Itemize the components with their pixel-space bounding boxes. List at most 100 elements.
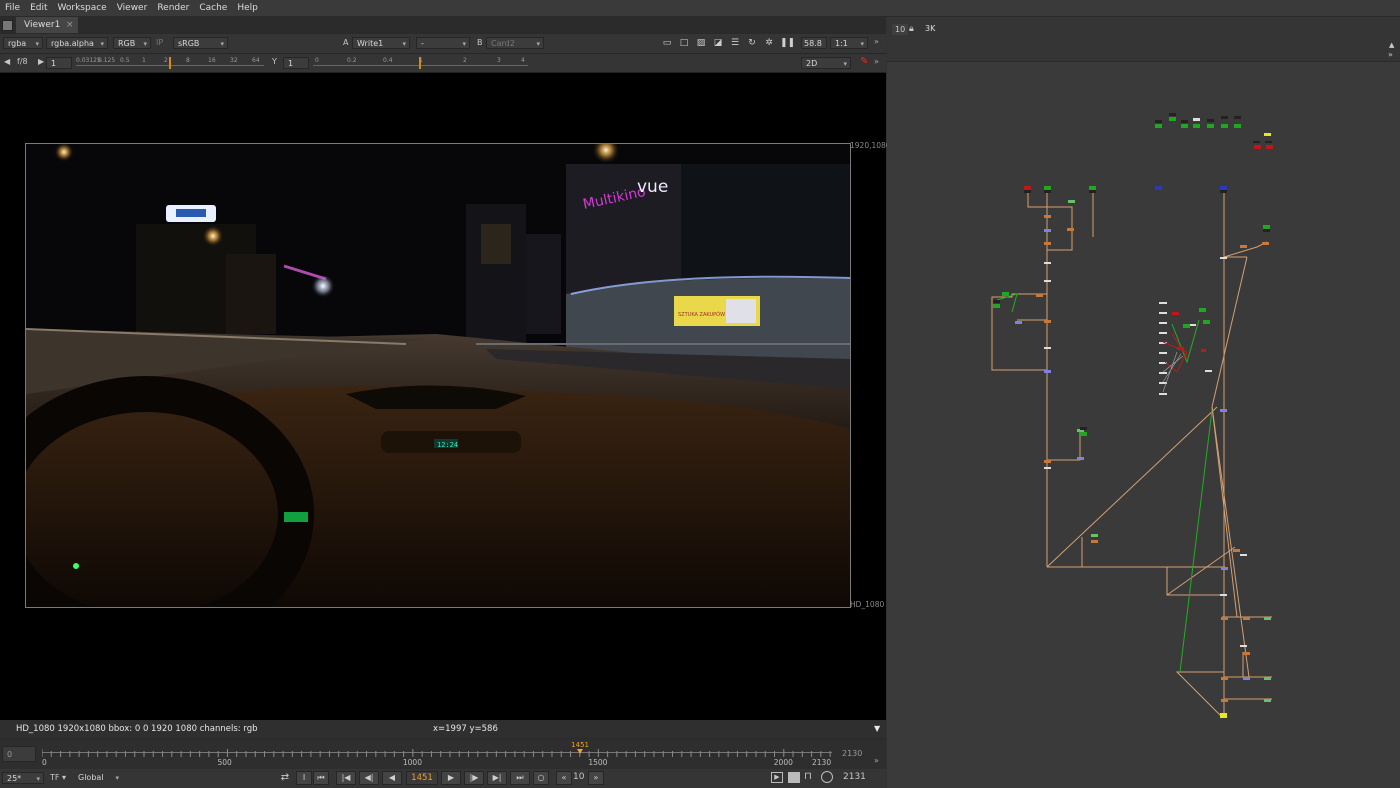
gamma-tick-label: 4 bbox=[521, 57, 525, 64]
gain-decrease-icon[interactable]: ◀ bbox=[4, 57, 10, 66]
out-point-field[interactable]: 2130 bbox=[838, 746, 872, 762]
view-mode-value: 2D bbox=[806, 59, 818, 68]
timeline-expand-icon[interactable]: » bbox=[874, 756, 879, 765]
alpha-value: rgba.alpha bbox=[51, 39, 94, 48]
timeline: 0 0 500 1000 1500 2000 2130 1451 2130 » bbox=[0, 739, 886, 769]
channels-dropdown[interactable]: rgba ▾ bbox=[3, 37, 43, 49]
viewer-lut-dropdown[interactable]: sRGB ▾ bbox=[173, 37, 228, 49]
zebra-icon[interactable]: ▨ bbox=[695, 37, 707, 49]
set-in-out-icon[interactable]: I bbox=[296, 771, 312, 785]
current-frame-field[interactable]: 1451 bbox=[406, 771, 438, 785]
playhead[interactable]: 1451 bbox=[571, 741, 591, 755]
chevron-down-icon: ▾ bbox=[100, 40, 104, 48]
refresh-icon[interactable]: ↻ bbox=[746, 37, 758, 49]
cache-icon[interactable] bbox=[821, 771, 833, 783]
first-frame-icon[interactable]: ⏮ bbox=[313, 771, 329, 785]
compare-mode-dropdown[interactable]: - ▾ bbox=[416, 37, 470, 49]
input-b-dropdown[interactable]: Card2 ▾ bbox=[486, 37, 544, 49]
chevron-down-icon: ▾ bbox=[220, 40, 224, 48]
input-a-label: A bbox=[343, 38, 349, 47]
range-scope-dropdown[interactable]: Global ▾ bbox=[74, 772, 122, 784]
display-mode-value: RGB bbox=[118, 39, 136, 48]
viewer-image[interactable]: SZTUKA ZAKUPÓW Multikino vue 12:24 bbox=[25, 143, 851, 608]
stop-icon[interactable]: ○ bbox=[533, 771, 549, 785]
toolbar-expand-icon[interactable]: » bbox=[874, 37, 879, 46]
render-icon[interactable] bbox=[788, 772, 800, 783]
menu-cache[interactable]: Cache bbox=[194, 0, 232, 16]
viewer-toolbar-bottom: ◀ f/8 ▶ 1 0.03125 0.125 0.5 1 2 8 16 32 … bbox=[0, 54, 886, 73]
fps-value: 25* bbox=[7, 774, 22, 783]
menu-viewer[interactable]: Viewer bbox=[112, 0, 153, 16]
skip-back-increment-icon[interactable]: « bbox=[556, 771, 572, 785]
frame-increment[interactable]: 10 bbox=[573, 772, 584, 782]
menu-workspace[interactable]: Workspace bbox=[53, 0, 112, 16]
pane-menu-icon[interactable] bbox=[2, 20, 13, 31]
gain-tick-label: 1 bbox=[142, 57, 146, 64]
chevron-down-icon: ▾ bbox=[36, 775, 40, 783]
lock-icon[interactable]: 🔒︎ bbox=[909, 24, 914, 34]
input-a-dropdown[interactable]: Write1 ▾ bbox=[352, 37, 410, 49]
gain-increase-icon[interactable]: ▶ bbox=[38, 57, 44, 66]
scanlines-icon[interactable]: ☰ bbox=[729, 37, 741, 49]
format-info: HD_1080 1920x1080 bbox: 0 0 1920 1080 ch… bbox=[16, 724, 258, 734]
gamma-tick-label: 3 bbox=[497, 57, 501, 64]
proxy-dropdown[interactable]: 1:1 ▾ bbox=[830, 37, 868, 49]
gain-tick-label: 32 bbox=[230, 57, 238, 64]
roi-icon[interactable]: ▭ bbox=[661, 37, 673, 49]
menu-help[interactable]: Help bbox=[232, 0, 263, 16]
play-forward-icon[interactable]: ▶ bbox=[441, 771, 461, 785]
gamma-tick-label: 0 bbox=[315, 57, 319, 64]
gain-slider[interactable]: 0.03125 0.125 0.5 1 2 8 16 32 64 bbox=[76, 57, 264, 69]
node-graph-zoom[interactable]: 10 bbox=[892, 24, 909, 35]
lock-icon[interactable]: ⊓ bbox=[804, 771, 812, 782]
timeline-frame-value: TF bbox=[50, 773, 60, 782]
timeline-ticks bbox=[42, 749, 831, 757]
panel-expand-icon[interactable]: » bbox=[1388, 50, 1393, 59]
gamma-slider[interactable]: 0 0.2 0.4 1 2 3 4 bbox=[313, 57, 528, 69]
node-graph-canvas[interactable] bbox=[887, 62, 1400, 788]
pen-icon[interactable]: ✎ bbox=[860, 56, 868, 67]
toolbar-expand-icon[interactable]: » bbox=[874, 57, 879, 66]
alpha-dropdown[interactable]: rgba.alpha ▾ bbox=[46, 37, 108, 49]
scroll-up-icon[interactable]: ▲ bbox=[1389, 41, 1394, 49]
format-corner-top: 1920,1080 bbox=[850, 141, 891, 150]
chevron-down-icon: ▾ bbox=[536, 40, 540, 48]
info-toggle-icon[interactable]: ▼ bbox=[874, 720, 880, 738]
display-mode-dropdown[interactable]: RGB ▾ bbox=[113, 37, 151, 49]
step-back-icon[interactable]: ◀| bbox=[359, 771, 379, 785]
gain-value: 1 bbox=[51, 59, 57, 68]
node-graph-mode[interactable]: 3K bbox=[925, 24, 935, 33]
viewer-tab-bar bbox=[0, 17, 886, 33]
gain-slider-handle[interactable] bbox=[169, 57, 171, 69]
skip-forward-increment-icon[interactable]: » bbox=[588, 771, 604, 785]
menu-render[interactable]: Render bbox=[152, 0, 194, 16]
menu-edit[interactable]: Edit bbox=[25, 0, 52, 16]
previous-keyframe-icon[interactable]: |◀ bbox=[336, 771, 356, 785]
fps-dropdown[interactable]: 25* ▾ bbox=[2, 772, 44, 784]
gain-input[interactable]: 1 bbox=[46, 57, 72, 69]
step-forward-icon[interactable]: |▶ bbox=[464, 771, 484, 785]
input-process-toggle[interactable]: IP bbox=[156, 38, 163, 47]
gamma-input[interactable]: 1 bbox=[283, 57, 309, 69]
chevron-down-icon: ▾ bbox=[115, 774, 119, 782]
pause-icon[interactable]: ❚❚ bbox=[780, 37, 795, 49]
gamma-tick-label: 0.4 bbox=[383, 57, 393, 64]
last-frame-icon[interactable]: ⏭ bbox=[510, 771, 530, 785]
view-mode-dropdown[interactable]: 2D ▾ bbox=[801, 57, 851, 69]
menu-file[interactable]: File bbox=[0, 0, 25, 16]
sign-vue: vue bbox=[637, 177, 668, 197]
next-keyframe-icon[interactable]: ▶| bbox=[487, 771, 507, 785]
flipbook-icon[interactable]: ▶ bbox=[771, 772, 783, 783]
timeline-ruler[interactable]: 0 500 1000 1500 2000 2130 1451 bbox=[42, 739, 832, 769]
clipping-icon[interactable]: ◪ bbox=[712, 37, 724, 49]
gear-icon[interactable]: ✲ bbox=[763, 37, 775, 49]
loop-mode-icon[interactable]: ⇄ bbox=[276, 771, 294, 785]
in-point-field[interactable]: 0 bbox=[2, 746, 36, 762]
zoom-dropdown[interactable]: 58.8 bbox=[801, 37, 827, 49]
tab-close-icon[interactable]: × bbox=[66, 17, 74, 33]
overlay-icon[interactable]: □ bbox=[678, 37, 690, 49]
billboard-text: SZTUKA ZAKUPÓW bbox=[678, 311, 725, 318]
tab-viewer1[interactable]: Viewer1 × bbox=[16, 17, 78, 33]
play-backward-icon[interactable]: ◀ bbox=[382, 771, 402, 785]
timeline-frame-dropdown[interactable]: TF ▾ bbox=[50, 772, 70, 784]
